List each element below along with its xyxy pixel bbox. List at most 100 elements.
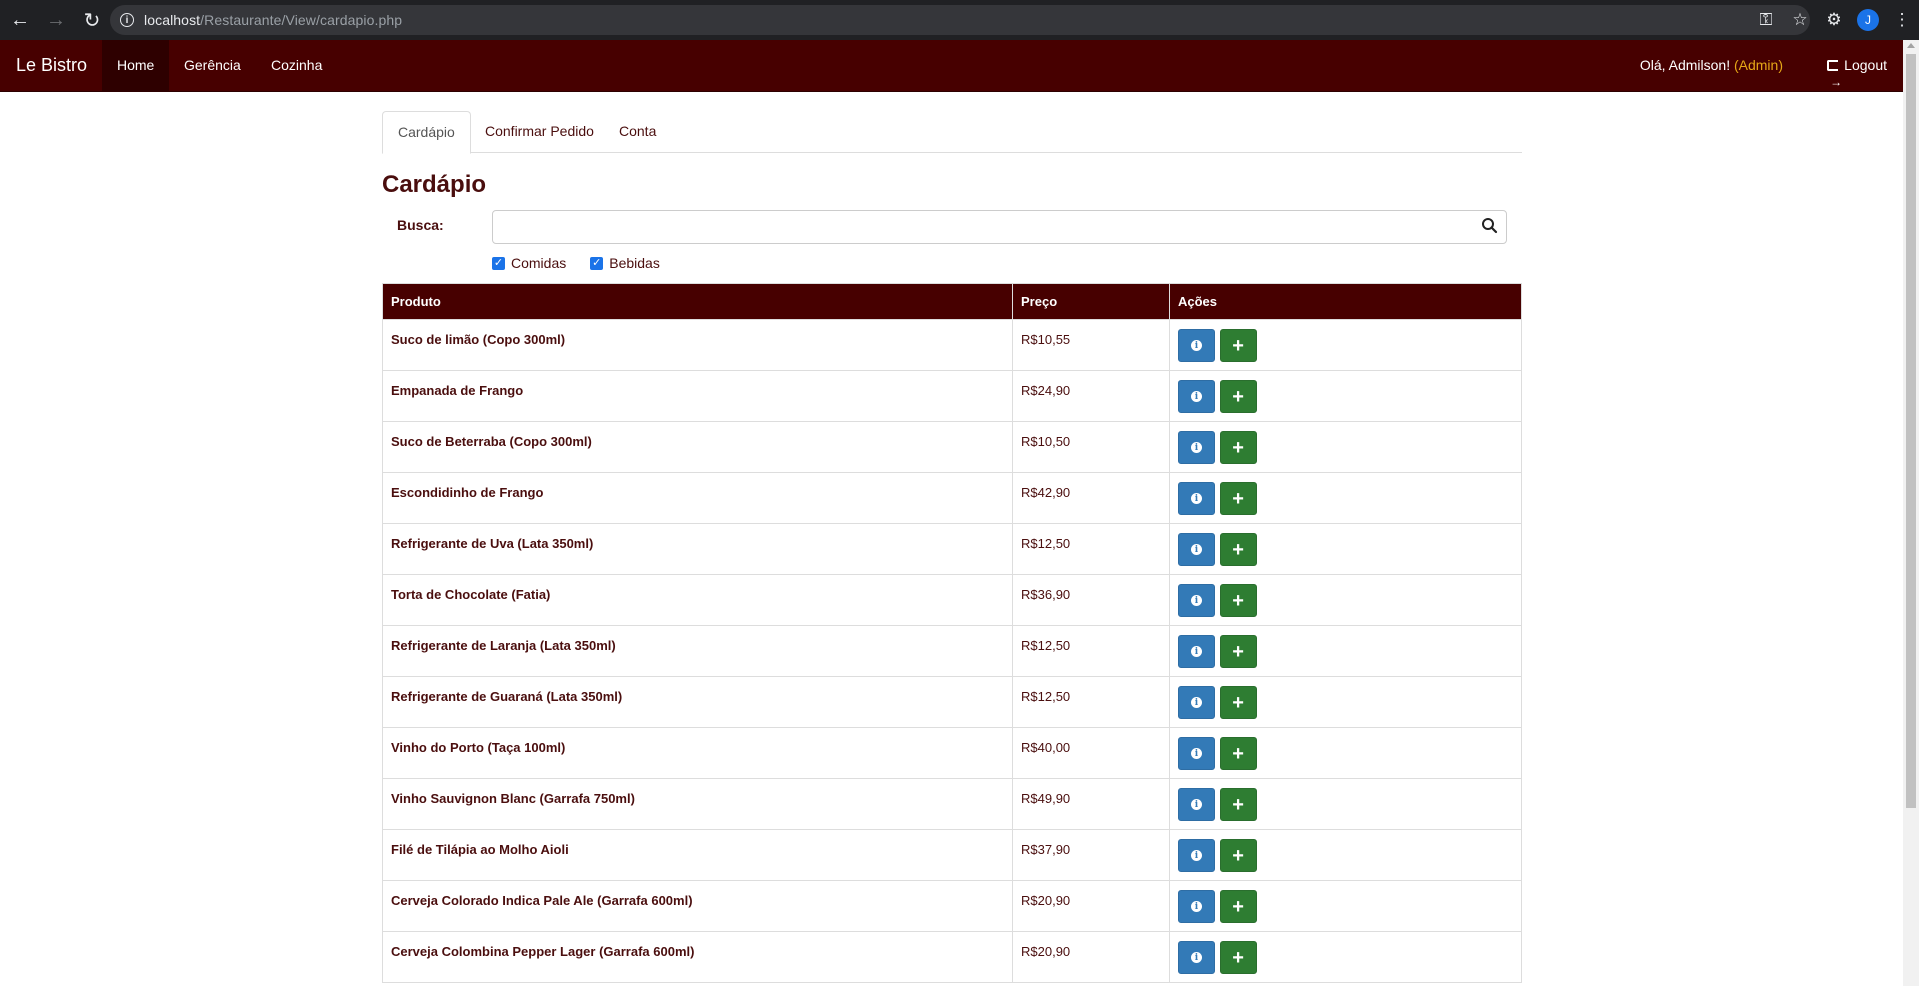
logout-icon [1827, 57, 1842, 108]
scroll-up-arrow-icon[interactable] [1907, 43, 1915, 48]
product-price: R$12,50 [1012, 523, 1170, 575]
info-button[interactable]: i [1178, 941, 1215, 974]
info-button[interactable]: i [1178, 329, 1215, 362]
add-button[interactable]: + [1219, 482, 1257, 515]
plus-icon: + [1232, 334, 1244, 357]
address-bar[interactable]: i localhost/Restaurante/View/cardapio.ph… [110, 5, 1810, 35]
add-button[interactable]: + [1219, 686, 1257, 719]
plus-icon: + [1232, 895, 1244, 918]
info-button[interactable]: i [1178, 533, 1215, 566]
tab-confirmar-pedido[interactable]: Confirmar Pedido [470, 111, 609, 151]
filter-bebidas[interactable]: ✓ Bebidas [590, 255, 660, 271]
add-button[interactable]: + [1219, 329, 1257, 362]
search-input[interactable] [492, 210, 1507, 244]
user-role: (Admin) [1733, 57, 1783, 73]
back-arrow-icon[interactable]: ← [4, 4, 36, 36]
table-row: Empanada de Frango R$24,90 i + [382, 370, 1522, 422]
tab-cardapio[interactable]: Cardápio [382, 111, 471, 154]
product-name: Cerveja Colorado Indica Pale Ale (Garraf… [382, 880, 1013, 932]
add-button[interactable]: + [1219, 890, 1257, 923]
info-button[interactable]: i [1178, 890, 1215, 923]
tab-conta[interactable]: Conta [604, 111, 671, 151]
product-name: Filé de Tilápia ao Molho Aioli [382, 829, 1013, 881]
info-button[interactable]: i [1178, 686, 1215, 719]
product-name: Escondidinho de Frango [382, 472, 1013, 524]
product-name: Torta de Chocolate (Fatia) [382, 574, 1013, 626]
add-button[interactable]: + [1219, 431, 1257, 464]
table-row: Filé de Tilápia ao Molho Aioli R$37,90 i + [382, 829, 1522, 881]
forward-arrow-icon[interactable]: → [40, 4, 72, 36]
plus-icon: + [1232, 946, 1244, 969]
add-button[interactable]: + [1219, 533, 1257, 566]
logout-link[interactable]: Logout [1827, 40, 1887, 108]
info-button[interactable]: i [1178, 482, 1215, 515]
header-produto: Produto [382, 283, 1013, 320]
plus-icon: + [1232, 640, 1244, 663]
row-actions: i + [1169, 472, 1522, 524]
info-button[interactable]: i [1178, 380, 1215, 413]
add-button[interactable]: + [1219, 584, 1257, 617]
nav-item-gerencia[interactable]: Gerência [169, 40, 256, 91]
table-row: Torta de Chocolate (Fatia) R$36,90 i + [382, 574, 1522, 626]
extensions-icon[interactable]: ⚙ [1817, 10, 1851, 30]
add-button[interactable]: + [1219, 839, 1257, 872]
checkbox-bebidas[interactable]: ✓ [590, 256, 604, 270]
table-row: Cerveja Colorado Indica Pale Ale (Garraf… [382, 880, 1522, 932]
filter-checkboxes: ✓ Comidas ✓ Bebidas [492, 255, 660, 271]
nav-item-home[interactable]: Home [102, 40, 170, 91]
plus-icon: + [1232, 385, 1244, 408]
info-button[interactable]: i [1178, 584, 1215, 617]
checkbox-comidas[interactable]: ✓ [492, 256, 505, 270]
product-price: R$42,90 [1012, 472, 1170, 524]
nav-item-cozinha[interactable]: Cozinha [256, 40, 337, 91]
user-greeting: Olá, Admilson! (Admin) [1640, 40, 1783, 91]
info-icon: i [1191, 544, 1202, 555]
menu-dots-icon[interactable]: ⋮ [1885, 10, 1919, 30]
row-actions: i + [1169, 880, 1522, 932]
add-button[interactable]: + [1219, 788, 1257, 821]
profile-avatar[interactable]: J [1857, 9, 1879, 31]
row-actions: i + [1169, 931, 1522, 983]
main-content: Cardápio Confirmar Pedido Conta Cardápio… [382, 111, 1522, 983]
header-preco: Preço [1012, 283, 1170, 320]
add-button[interactable]: + [1219, 635, 1257, 668]
product-price: R$12,50 [1012, 676, 1170, 728]
info-icon: i [1191, 646, 1202, 657]
add-button[interactable]: + [1219, 737, 1257, 770]
product-name: Vinho Sauvignon Blanc (Garrafa 750ml) [382, 778, 1013, 830]
page-scrollbar[interactable] [1903, 40, 1919, 986]
plus-icon: + [1232, 436, 1244, 459]
info-button[interactable]: i [1178, 788, 1215, 821]
plus-icon: + [1232, 793, 1244, 816]
key-icon[interactable]: ⚿ [1749, 10, 1783, 30]
plus-icon: + [1232, 742, 1244, 765]
filter-comidas[interactable]: ✓ Comidas [492, 255, 566, 271]
info-icon: i [1191, 442, 1202, 453]
table-body: Suco de limão (Copo 300ml) R$10,55 i + Empa… [382, 319, 1522, 983]
scrollbar-thumb[interactable] [1906, 54, 1916, 808]
info-button[interactable]: i [1178, 635, 1215, 668]
brand-logo[interactable]: Le Bistro [16, 55, 87, 76]
search-icon[interactable] [1480, 216, 1500, 236]
info-button[interactable]: i [1178, 839, 1215, 872]
info-button[interactable]: i [1178, 431, 1215, 464]
reload-icon[interactable]: ↻ [76, 4, 108, 36]
header-acoes: Ações [1169, 283, 1522, 320]
table-row: Suco de Beterraba (Copo 300ml) R$10,50 i + [382, 421, 1522, 473]
tab-bar: Cardápio Confirmar Pedido Conta [382, 111, 1522, 154]
site-info-icon[interactable]: i [120, 13, 134, 27]
page-title: Cardápio [382, 171, 487, 198]
product-price: R$20,90 [1012, 880, 1170, 932]
url-text[interactable]: localhost/Restaurante/View/cardapio.php [144, 12, 402, 28]
add-button[interactable]: + [1219, 941, 1257, 974]
table-header-row: Produto Preço Ações [382, 283, 1522, 320]
row-actions: i + [1169, 574, 1522, 626]
product-name: Refrigerante de Guaraná (Lata 350ml) [382, 676, 1013, 728]
search-label: Busca: [397, 217, 444, 233]
star-icon[interactable]: ☆ [1783, 10, 1817, 30]
table-row: Cerveja Colombina Pepper Lager (Garrafa … [382, 931, 1522, 983]
product-price: R$24,90 [1012, 370, 1170, 422]
add-button[interactable]: + [1219, 380, 1257, 413]
info-button[interactable]: i [1178, 737, 1215, 770]
product-price: R$49,90 [1012, 778, 1170, 830]
